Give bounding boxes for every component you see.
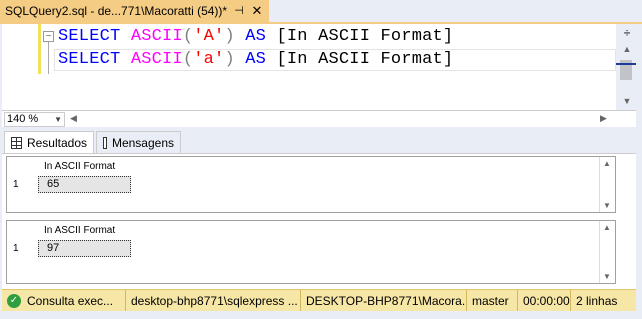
scroll-up-icon[interactable]: ▲ [620,44,634,54]
scroll-up-icon[interactable]: ▲ [603,223,611,232]
string-literal: 'A' [193,27,225,46]
scroll-down-icon[interactable]: ▼ [603,201,611,210]
result-tabs: Resultados Mensagens [2,128,636,153]
result-cell[interactable]: 65 [38,176,131,193]
fold-line [48,42,49,74]
status-elapsed: 00:00:00 [518,289,571,312]
scroll-up-icon[interactable]: ▲ [603,159,611,168]
paren: ( [182,27,194,46]
tab-mensagens[interactable]: Mensagens [96,131,181,153]
status-bar: ✓ Consulta exec... desktop-bhp8771\sqlex… [2,289,636,312]
status-message-text: Consulta exec... [27,293,114,308]
string-literal: 'a' [193,50,225,69]
document-tab-title: SQLQuery2.sql - de...771\Macoratti (54))… [5,4,228,18]
status-message: ✓ Consulta exec... [2,289,126,312]
chevron-down-icon[interactable]: ▼ [54,113,62,126]
result-grid-2[interactable]: In ASCII Format 1 97 ▲ ▼ [6,220,616,284]
scroll-left-icon[interactable]: ◀ [70,113,77,124]
split-view-icon[interactable]: ÷ [620,26,634,40]
check-circle-icon: ✓ [7,293,21,308]
sql-editor[interactable]: − SELECT ASCII('A') AS [In ASCII Format]… [2,24,616,110]
column-alias: [In ASCII Format] [276,50,454,69]
paren: ( [182,50,194,69]
pin-icon[interactable]: ⊣ [232,4,246,18]
grid-scrollbar[interactable]: ▲ ▼ [599,157,615,212]
keyword: SELECT [58,50,121,69]
status-connection: DESKTOP-BHP8771\Macora... [301,289,467,312]
change-tracking-bar [38,24,41,74]
zoom-dropdown[interactable]: 140 % ▼ [4,112,65,127]
function-name: ASCII [130,27,183,46]
close-icon[interactable]: ✕ [250,4,264,18]
tab-resultados[interactable]: Resultados [4,131,94,153]
paren: ) [224,50,235,69]
row-number[interactable]: 1 [13,243,19,254]
column-alias: [In ASCII Format] [276,27,454,46]
function-name: ASCII [130,50,183,69]
keyword: AS [245,50,267,69]
grid-scrollbar[interactable]: ▲ ▼ [599,221,615,283]
keyword: AS [245,27,267,46]
column-header[interactable]: In ASCII Format [38,159,129,174]
document-tab-bar: SQLQuery2.sql - de...771\Macoratti (54))… [0,0,642,22]
caret-position-marker [616,63,636,65]
status-server: desktop-bhp8771\sqlexpress ... [126,289,301,312]
tab-label: Mensagens [111,135,174,150]
scroll-down-icon[interactable]: ▼ [620,96,634,106]
message-icon [103,136,107,149]
column-header[interactable]: In ASCII Format [38,223,129,238]
paren: ) [224,27,235,46]
zoom-bar: 140 % ▼ ◀ ▶ [2,110,636,127]
result-cell[interactable]: 97 [38,240,131,257]
row-number[interactable]: 1 [13,179,19,190]
collapse-toggle-icon[interactable]: − [43,31,54,42]
status-database: master [467,289,518,312]
editor-margin [2,24,38,110]
keyword: SELECT [58,27,121,46]
code-line-2[interactable]: SELECT ASCII('a') AS [In ASCII Format] [58,50,453,69]
status-rows: 2 linhas [576,293,618,308]
zoom-value: 140 % [7,113,39,125]
tab-label: Resultados [26,135,87,150]
scroll-right-icon[interactable]: ▶ [600,113,607,124]
code-line-1[interactable]: SELECT ASCII('A') AS [In ASCII Format] [58,27,453,46]
bottom-strip [0,311,642,319]
scroll-down-icon[interactable]: ▼ [603,272,611,281]
grid-icon [11,136,22,149]
result-grid-1[interactable]: In ASCII Format 1 65 ▲ ▼ [6,156,616,213]
document-tab[interactable]: SQLQuery2.sql - de...771\Macoratti (54))… [0,0,269,22]
results-pane: In ASCII Format 1 65 ▲ ▼ In ASCII Format… [2,153,636,289]
